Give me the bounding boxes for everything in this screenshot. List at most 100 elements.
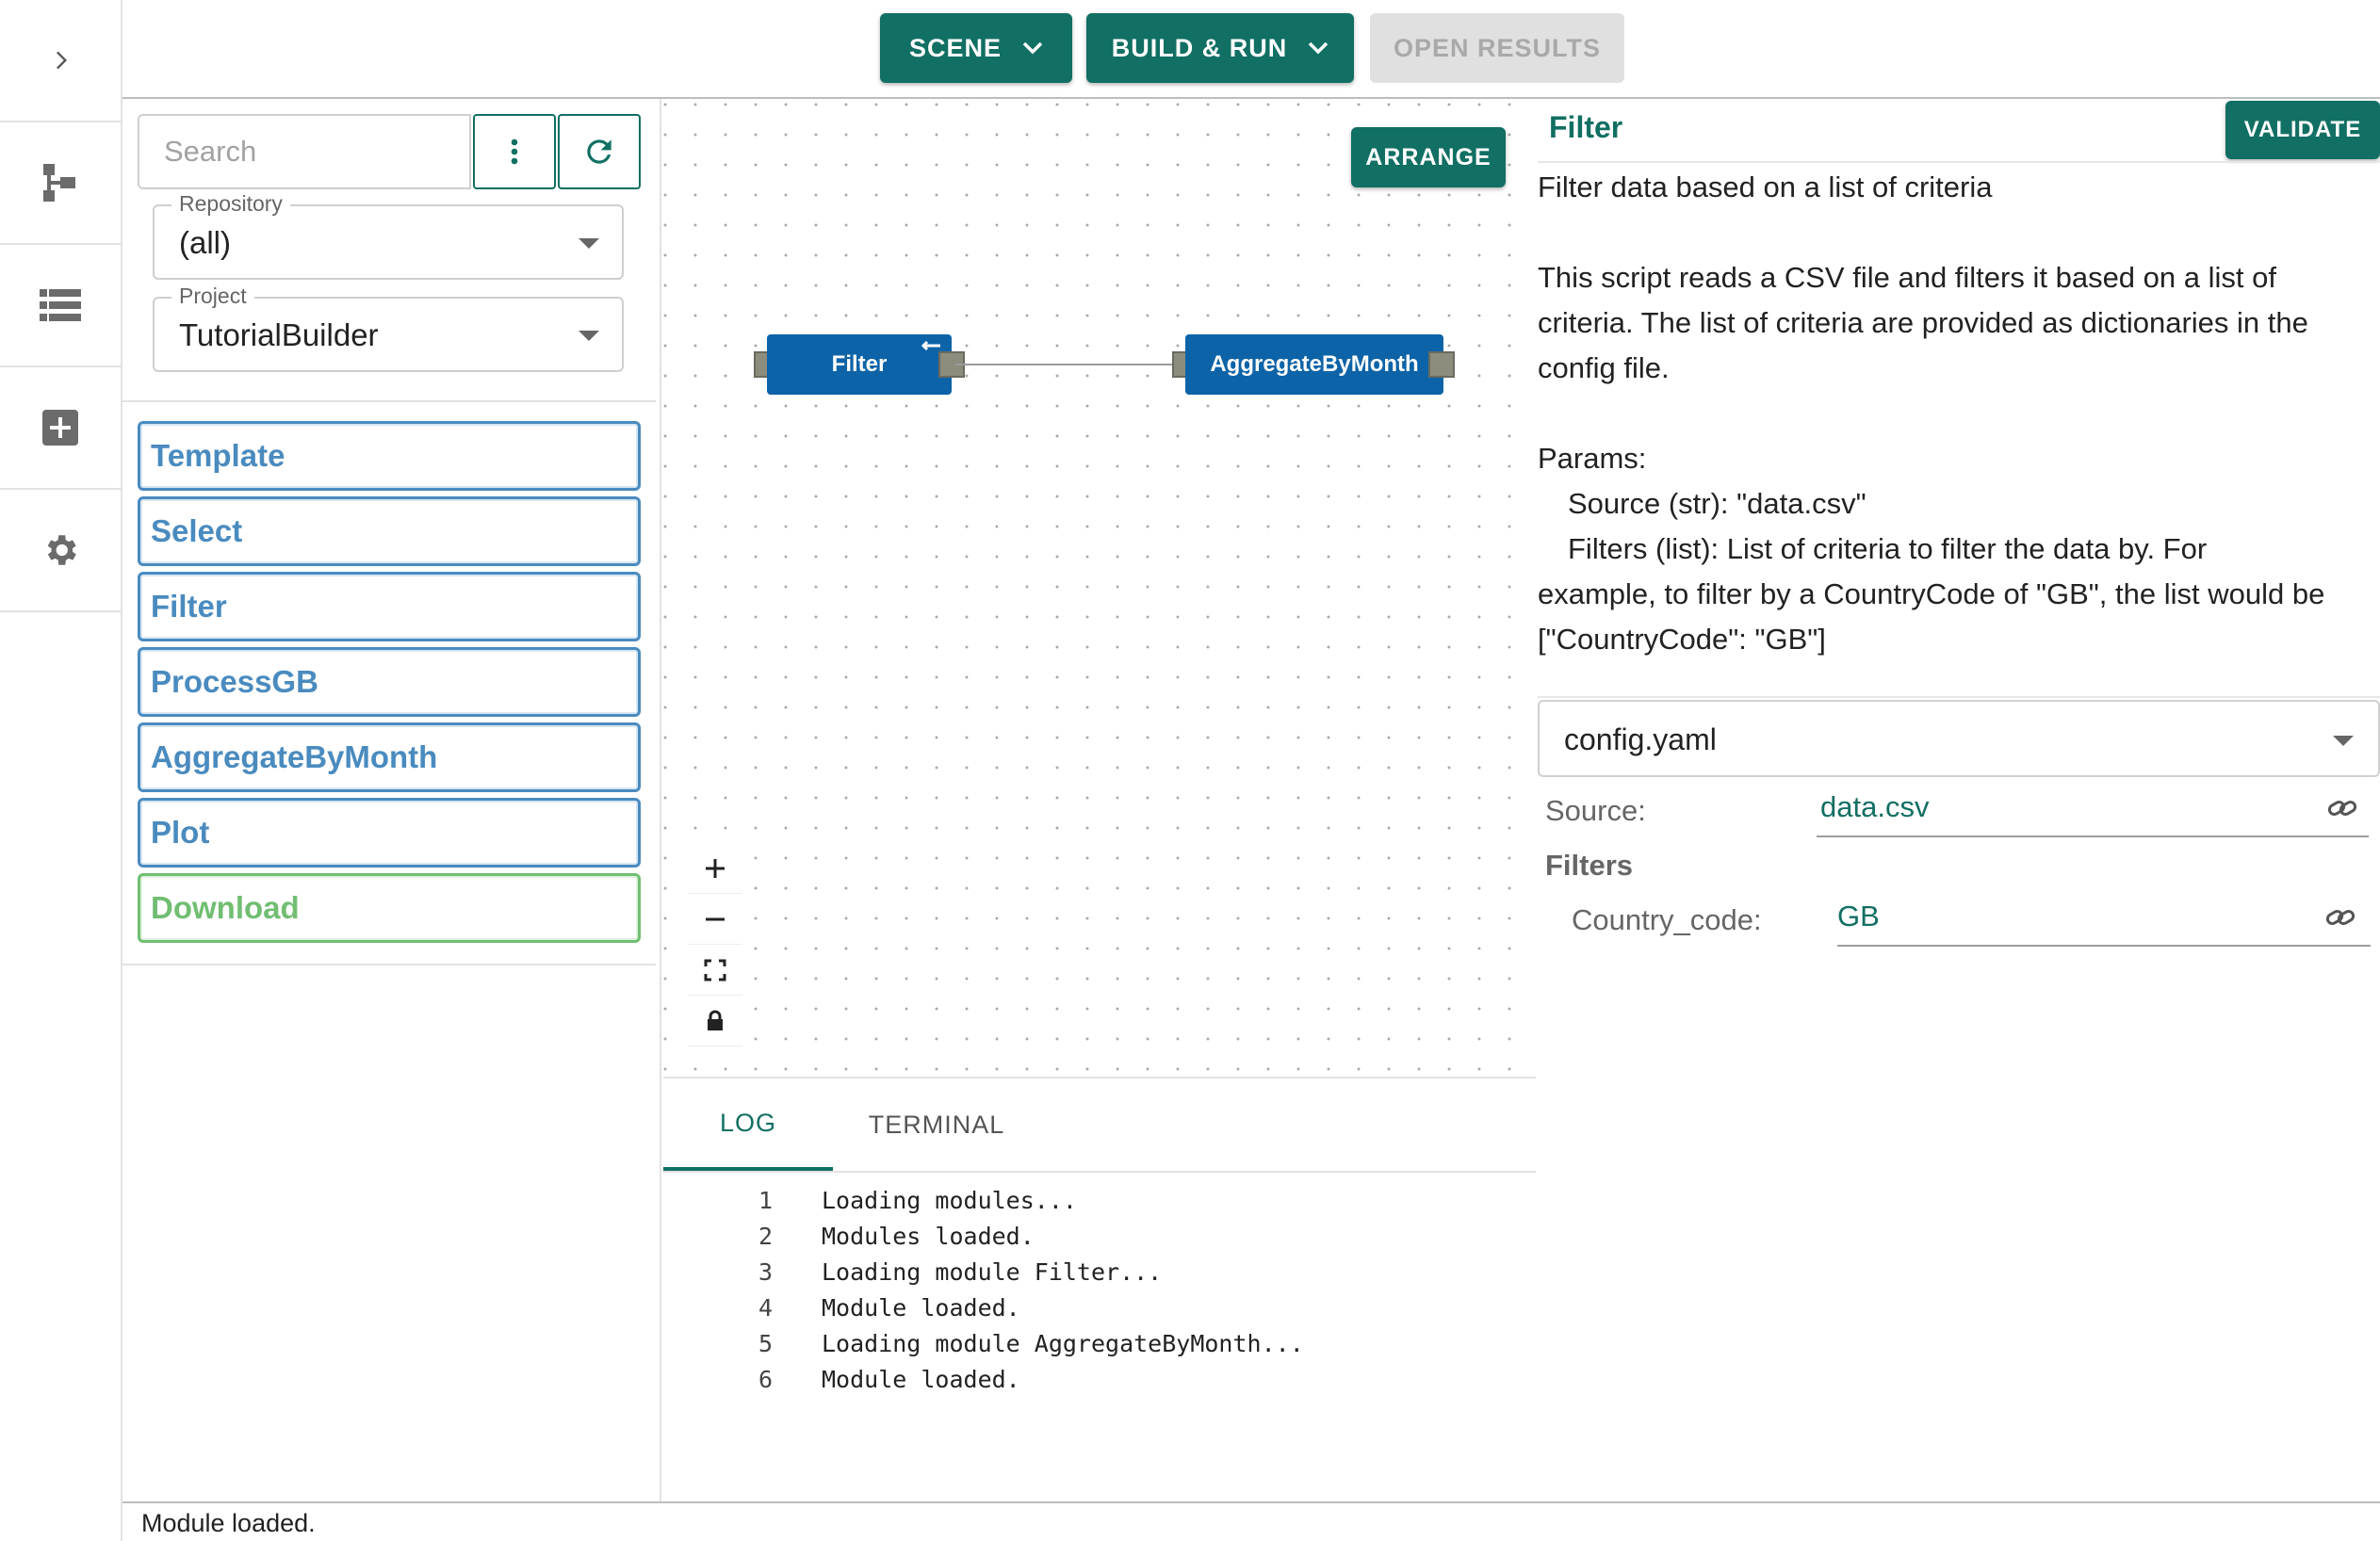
line-number: 1	[758, 1186, 773, 1214]
minus-icon	[706, 917, 725, 920]
module-item-processgb[interactable]: ProcessGB	[138, 647, 641, 717]
top-toolbar: SCENE BUILD & RUN OPEN RESULTS	[122, 0, 2380, 99]
divider	[1538, 696, 2380, 698]
project-select[interactable]: Project TutorialBuilder	[153, 284, 624, 372]
repository-label: Repository	[171, 191, 290, 217]
line-number: 4	[758, 1293, 773, 1322]
doc-summary: Filter data based on a list of criteria	[1538, 170, 1993, 203]
module-item-plot[interactable]: Plot	[138, 798, 641, 868]
chevron-down-icon	[1022, 41, 1043, 55]
repository-value: (all)	[179, 225, 231, 260]
status-bar: Module loaded.	[122, 1501, 2380, 1541]
source-underline	[1817, 835, 2369, 837]
country-code-input[interactable]: GB	[1837, 900, 1880, 933]
log-line: 6 Module loaded.	[663, 1361, 1536, 1397]
dropdown-arrow-icon	[579, 238, 599, 249]
arrange-button[interactable]: ARRANGE	[1351, 127, 1506, 187]
source-label: Source:	[1545, 794, 1646, 827]
line-text: Loading module Filter...	[822, 1257, 1163, 1286]
module-documentation: Filter data based on a list of criteria …	[1538, 165, 2380, 662]
config-file-select[interactable]: config.yaml	[1538, 700, 2380, 777]
tab-terminal[interactable]: TERMINAL	[833, 1079, 1040, 1171]
log-output: 1 Loading modules... 2 Modules loaded. 3 Lo…	[663, 1182, 1536, 1397]
module-item-template[interactable]: Template	[138, 421, 641, 491]
icon-rail	[0, 0, 122, 1541]
country-code-underline	[1837, 945, 2371, 947]
list-icon	[40, 289, 81, 321]
line-text: Modules loaded.	[822, 1222, 1035, 1250]
rail-item-list[interactable]	[0, 245, 121, 367]
aggregate-output-port[interactable]	[1428, 351, 1455, 378]
country-code-label: Country_code:	[1572, 903, 1762, 936]
module-item-aggregatebymonth[interactable]: AggregateByMonth	[138, 722, 641, 792]
tab-log[interactable]: LOG	[663, 1079, 833, 1171]
project-value: TutorialBuilder	[179, 317, 379, 352]
doc-param-filters-cont: example, to filter by a CountryCode of "…	[1538, 577, 2325, 656]
plus-icon	[706, 858, 725, 878]
refresh-button[interactable]	[558, 114, 641, 189]
fit-view-icon	[704, 959, 726, 981]
lock-icon	[708, 1010, 723, 1030]
line-number: 3	[758, 1257, 773, 1286]
expand-rail-button[interactable]	[0, 0, 121, 122]
rail-item-add[interactable]	[0, 367, 121, 490]
more-vertical-icon	[511, 138, 518, 165]
chevron-right-icon	[57, 51, 67, 70]
zoom-in-button[interactable]	[688, 843, 742, 894]
line-text: Module loaded.	[822, 1365, 1020, 1393]
link-icon[interactable]	[2327, 798, 2357, 819]
module-item-select[interactable]: Select	[138, 496, 641, 566]
search-box	[138, 114, 471, 189]
rail-item-tree[interactable]	[0, 122, 121, 245]
filters-heading: Filters	[1545, 849, 1634, 882]
project-label: Project	[171, 284, 254, 309]
config-file-value: config.yaml	[1564, 722, 1717, 756]
open-results-button[interactable]: OPEN RESULTS	[1370, 13, 1624, 83]
log-line: 3 Loading module Filter...	[663, 1254, 1536, 1290]
rail-item-settings[interactable]	[0, 490, 121, 612]
doc-param-source: Source (str): "data.csv"	[1568, 487, 1867, 520]
dropdown-arrow-icon	[2333, 736, 2354, 746]
node-filter-label: Filter	[831, 351, 888, 377]
node-filter[interactable]: Filter	[767, 334, 952, 395]
connection-edge[interactable]	[955, 364, 1182, 365]
more-options-button[interactable]	[473, 114, 556, 189]
link-icon[interactable]	[2325, 907, 2356, 928]
validate-button[interactable]: VALIDATE	[2225, 101, 2380, 159]
build-run-button-label: BUILD & RUN	[1111, 33, 1288, 62]
log-line: 1 Loading modules...	[663, 1182, 1536, 1218]
refresh-icon	[587, 139, 611, 164]
zoom-out-button[interactable]	[688, 894, 742, 945]
line-number: 6	[758, 1365, 773, 1393]
node-aggregatebymonth[interactable]: AggregateByMonth	[1185, 334, 1443, 395]
line-text: Loading module AggregateByMonth...	[822, 1329, 1304, 1357]
module-item-download[interactable]: Download	[138, 873, 641, 943]
chevron-down-icon	[1309, 41, 1329, 55]
status-text: Module loaded.	[141, 1509, 316, 1537]
lock-button[interactable]	[688, 996, 742, 1046]
fit-view-button[interactable]	[688, 945, 742, 996]
line-text: Module loaded.	[822, 1293, 1020, 1322]
log-line: 4 Module loaded.	[663, 1290, 1536, 1325]
source-input[interactable]: data.csv	[1820, 790, 1929, 824]
scene-menu-button[interactable]: SCENE	[880, 13, 1072, 83]
module-list: Template Select Filter ProcessGB Aggrega…	[122, 400, 656, 965]
repository-select[interactable]: Repository (all)	[153, 191, 624, 280]
log-panel: LOG TERMINAL 1 Loading modules... 2 Module…	[663, 1079, 1536, 1501]
add-box-icon	[42, 410, 78, 446]
zoom-controls	[688, 843, 742, 1054]
divider	[1538, 161, 2380, 163]
module-item-filter[interactable]: Filter	[138, 572, 641, 641]
scene-button-label: SCENE	[908, 33, 1003, 62]
doc-description: This script reads a CSV file and filters…	[1538, 261, 2308, 384]
workflow-canvas[interactable]: ARRANGE Filter AggregateByMonth	[663, 99, 1536, 1079]
modules-panel: Repository (all) Project TutorialBuilder…	[122, 99, 661, 1501]
properties-panel: Filter VALIDATE Filter data based on a l…	[1538, 99, 2380, 1501]
build-run-menu-button[interactable]: BUILD & RUN	[1086, 13, 1354, 83]
line-number: 2	[758, 1222, 773, 1250]
line-text: Loading modules...	[822, 1186, 1077, 1214]
tab-divider	[663, 1171, 1536, 1173]
doc-param-filters: Filters (list): List of criteria to filt…	[1568, 532, 2208, 565]
search-input[interactable]	[139, 116, 469, 187]
doc-params-heading: Params:	[1538, 442, 1647, 475]
